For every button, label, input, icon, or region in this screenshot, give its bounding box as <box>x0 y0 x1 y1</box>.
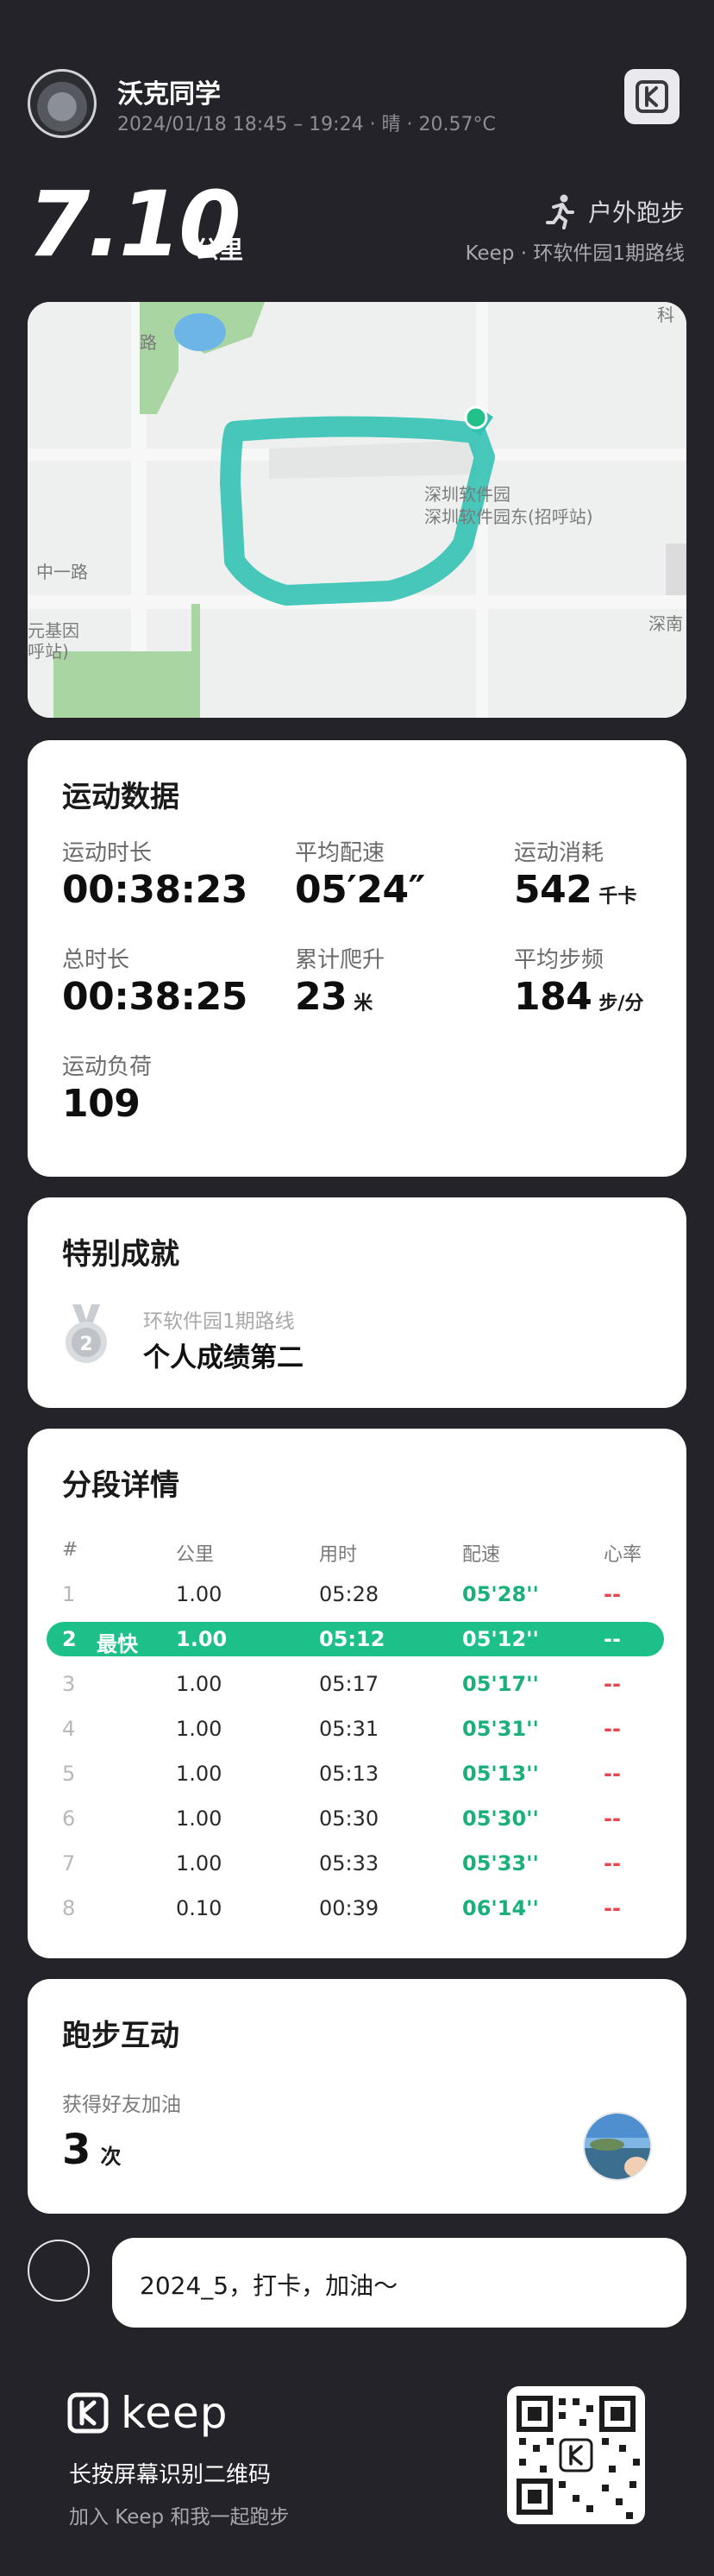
keep-logo-icon <box>67 2392 109 2434</box>
stat-label: 运动时长 <box>62 840 153 866</box>
stat-duration: 00:38:23 <box>62 868 247 912</box>
svg-text:2: 2 <box>79 1334 92 1355</box>
split-row: 3 1.00 05:17 05'17'' -- <box>62 1672 621 1696</box>
split-row: 7 1.00 05:33 05'33'' -- <box>62 1851 621 1875</box>
sport-type: 户外跑步 <box>543 193 685 229</box>
workout-meta: 2024/01/18 18:45 – 19:24 · 晴 · 20.57°C <box>117 114 496 135</box>
map-label-stop: 呼站) <box>28 641 69 662</box>
map-label-ke: 科 <box>657 305 674 325</box>
col-header-km: 公里 <box>176 1544 215 1566</box>
map-label-gene: 元基因 <box>28 620 79 641</box>
split-row: 4 1.00 05:31 05'31'' -- <box>62 1717 621 1741</box>
col-header-pace: 配速 <box>462 1544 501 1566</box>
sport-type-label: 户外跑步 <box>587 198 685 227</box>
stat-cadence: 184 步/分 <box>514 975 644 1019</box>
stat-label: 平均步频 <box>514 947 604 973</box>
qr-code[interactable] <box>507 2386 645 2524</box>
cheer-label: 获得好友加油 <box>62 2094 181 2116</box>
stat-label: 运动消耗 <box>514 840 604 866</box>
user-name[interactable]: 沃克同学 <box>117 72 221 110</box>
achievement-card[interactable]: 特别成就 2 环软件园1期路线 个人成绩第二 <box>28 1197 686 1408</box>
map-label-road: 中一路 <box>36 562 88 582</box>
user-avatar[interactable] <box>28 69 97 138</box>
stat-total-time: 00:38:25 <box>62 975 247 1019</box>
silver-medal-icon: 2 <box>62 1304 110 1367</box>
fastest-badge: 最快 <box>97 1632 138 1656</box>
stat-training-load: 109 <box>62 1082 141 1126</box>
commenter-avatar[interactable] <box>28 2240 90 2302</box>
brand-wordmark: keep <box>121 2388 229 2438</box>
split-row: 8 0.10 00:39 06'14'' -- <box>62 1896 621 1920</box>
split-row: 5 1.00 05:13 05'13'' -- <box>62 1762 621 1786</box>
join-hint: 加入 Keep 和我一起跑步 <box>69 2506 290 2529</box>
splits-title: 分段详情 <box>62 1468 179 1503</box>
col-header-time: 用时 <box>319 1544 358 1566</box>
running-icon <box>545 194 574 229</box>
keep-k-icon[interactable] <box>624 69 680 124</box>
stat-calories: 542 千卡 <box>514 868 637 912</box>
map-label-station: 深圳软件园东(招呼站) <box>424 506 593 527</box>
stats-title: 运动数据 <box>62 780 179 814</box>
map-label-shennan: 深南 <box>648 613 683 634</box>
qr-hint: 长按屏幕识别二维码 <box>69 2462 272 2488</box>
distance-unit: 公里 <box>195 236 244 264</box>
split-row: 6 1.00 05:30 05'30'' -- <box>62 1806 621 1831</box>
map-label-lu: 路 <box>140 332 157 353</box>
stat-elevation: 23 米 <box>295 975 373 1019</box>
interaction-title: 跑步互动 <box>62 2019 179 2053</box>
interaction-card[interactable]: 跑步互动 获得好友加油 3 次 <box>28 1979 686 2214</box>
achievement-text: 个人成绩第二 <box>143 1342 304 1373</box>
achievement-title: 特别成就 <box>62 1237 179 1272</box>
stat-label: 总时长 <box>62 947 130 973</box>
comment-text: 2024_5，打卡，加油～ <box>140 2271 398 2300</box>
route-name[interactable]: Keep · 环软件园1期路线 <box>466 236 685 266</box>
split-row-fastest: 2 最快 1.00 05:12 05'12'' -- <box>47 1622 664 1656</box>
stat-label: 运动负荷 <box>62 1054 153 1080</box>
col-header-heart-rate: 心率 <box>604 1544 642 1566</box>
stat-label: 平均配速 <box>295 840 385 866</box>
achievement-route: 环软件园1期路线 <box>143 1310 295 1333</box>
stats-card: 运动数据 运动时长 00:38:23 平均配速 05′24″ 运动消耗 542 千… <box>28 740 686 1177</box>
cheer-count: 3 次 <box>62 2126 122 2174</box>
split-row: 1 1.00 05:28 05'28'' -- <box>62 1582 621 1606</box>
stat-avg-pace: 05′24″ <box>295 868 425 912</box>
stat-label: 累计爬升 <box>295 947 385 973</box>
friend-avatar[interactable] <box>583 2112 652 2181</box>
route-map[interactable]: 中一路 深圳软件园 深圳软件园东(招呼站) 科 深南 元基因 呼站) 路 <box>28 302 686 718</box>
comment-bubble[interactable]: 2024_5，打卡，加油～ <box>112 2238 686 2328</box>
splits-card: 分段详情 # 公里 用时 配速 心率 1 1.00 05:28 05'28'' … <box>28 1429 686 1958</box>
col-header-index: # <box>62 1539 78 1561</box>
map-label-park: 深圳软件园 <box>424 484 510 505</box>
keep-brand: keep <box>67 2388 228 2438</box>
